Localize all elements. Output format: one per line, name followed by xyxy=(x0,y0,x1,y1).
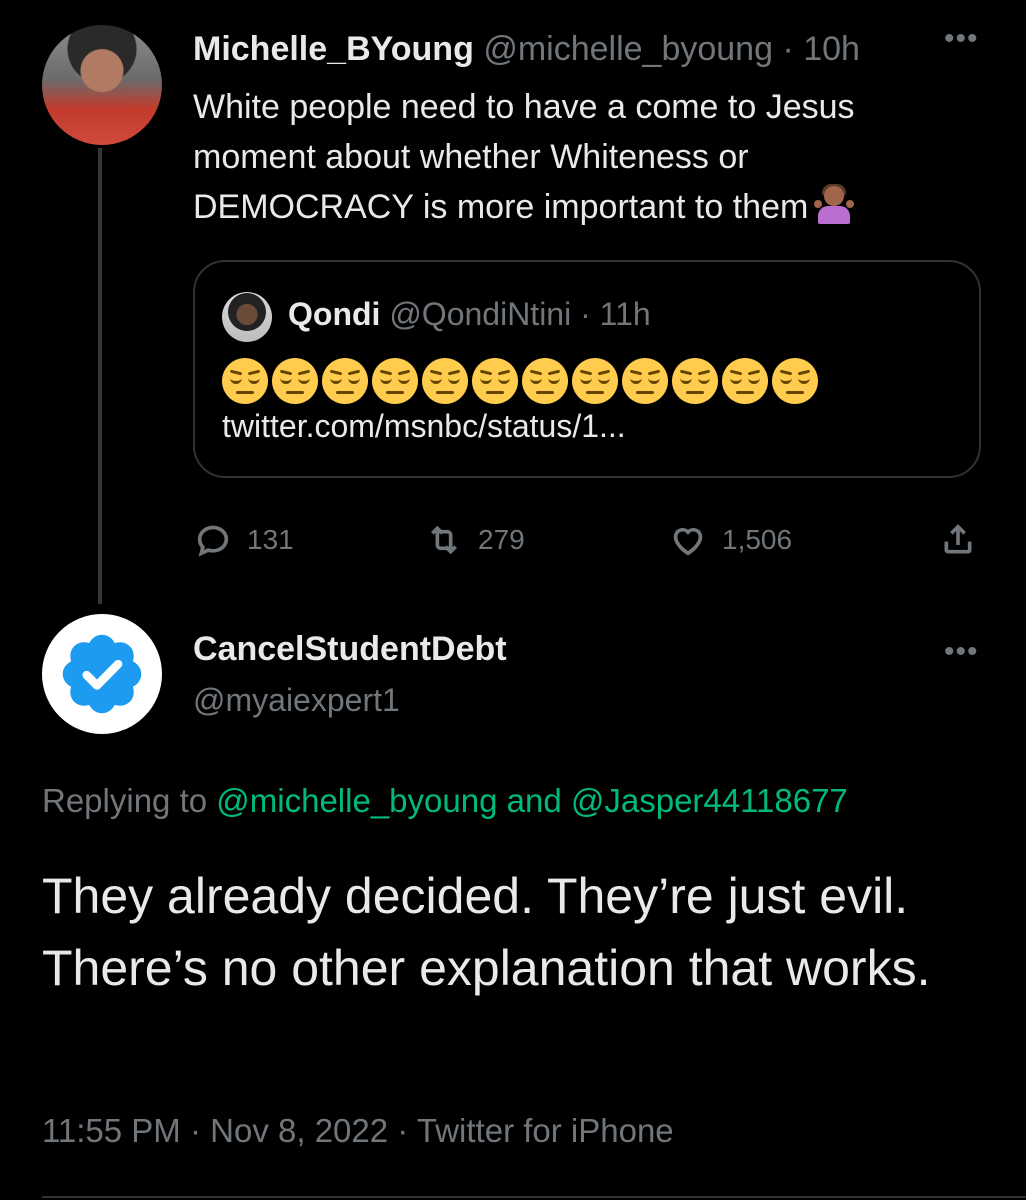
like-count: 1,506 xyxy=(722,524,793,555)
parent-separator: · xyxy=(782,30,794,68)
reply-date[interactable]: Nov 8, 2022 xyxy=(210,1112,388,1149)
unamused-face-emoji-icon xyxy=(272,358,318,404)
unamused-face-emoji-icon xyxy=(772,358,818,404)
unamused-face-emoji-icon xyxy=(572,358,618,404)
unamused-face-emoji-icon xyxy=(722,358,768,404)
meta-separator: · xyxy=(397,1112,409,1149)
divider xyxy=(42,1196,1026,1198)
share-button[interactable] xyxy=(938,520,978,560)
replying-to-line: Replying to @michelle_byoung and @Jasper… xyxy=(42,782,848,820)
unamused-face-emoji-icon xyxy=(322,358,368,404)
reply-avatar[interactable] xyxy=(42,614,162,734)
parent-tweet-header: Michelle_BYoung @michelle_byoung · 10h xyxy=(193,30,860,69)
reply-tweet-text: They already decided. They’re just evil.… xyxy=(42,868,931,996)
retweet-icon xyxy=(431,525,457,555)
retweet-count: 279 xyxy=(478,524,525,555)
heart-icon xyxy=(673,527,703,556)
reply-client: Twitter for iPhone xyxy=(416,1112,674,1149)
quote-display-name: Qondi xyxy=(288,296,381,332)
mention-link[interactable]: @Jasper44118677 xyxy=(571,782,848,819)
verified-badge-icon xyxy=(62,634,142,714)
reply-handle[interactable]: @myaiexpert1 xyxy=(193,682,400,719)
unamused-face-emoji-icon xyxy=(372,358,418,404)
unamused-face-emoji-icon xyxy=(672,358,718,404)
reply-display-name[interactable]: CancelStudentDebt xyxy=(193,630,507,669)
unamused-face-emoji-icon xyxy=(622,358,668,404)
thread-connector-line xyxy=(98,148,102,604)
quote-handle: @QondiNtini xyxy=(389,296,572,332)
parent-more-icon[interactable]: ••• xyxy=(944,22,979,56)
reply-button[interactable]: 131 xyxy=(193,520,294,560)
reply-icon xyxy=(197,525,229,557)
unamused-face-emoji-icon xyxy=(222,358,268,404)
quote-tweet-header: Qondi @QondiNtini · 11h xyxy=(288,296,651,333)
retweet-button[interactable]: 279 xyxy=(424,520,525,560)
unamused-face-emoji-icon xyxy=(472,358,518,404)
quote-separator: · xyxy=(580,296,591,332)
like-button[interactable]: 1,506 xyxy=(668,520,792,560)
mention-link[interactable]: @michelle_byoung xyxy=(216,782,497,819)
parent-handle[interactable]: @michelle_byoung xyxy=(483,30,773,68)
parent-tweet-text: White people need to have a come to Jesu… xyxy=(193,82,933,232)
quote-link[interactable]: twitter.com/msnbc/status/1... xyxy=(222,408,626,445)
quote-avatar xyxy=(222,292,272,342)
parent-avatar[interactable] xyxy=(42,25,162,145)
person-shrugging-emoji-icon xyxy=(814,184,855,224)
replying-and: and xyxy=(506,782,562,819)
parent-display-name[interactable]: Michelle_BYoung xyxy=(193,30,474,68)
parent-tweet-body: White people need to have a come to Jesu… xyxy=(193,88,855,226)
unamused-face-emoji-icon xyxy=(522,358,568,404)
share-icon xyxy=(944,524,972,554)
reply-count: 131 xyxy=(247,524,294,555)
reply-meta: 11:55 PM · Nov 8, 2022 · Twitter for iPh… xyxy=(42,1112,674,1150)
quote-time: 11h xyxy=(599,296,651,332)
reply-time[interactable]: 11:55 PM xyxy=(42,1112,181,1149)
parent-time[interactable]: 10h xyxy=(803,30,860,68)
reply-more-icon[interactable]: ••• xyxy=(944,635,979,669)
quote-emoji-row xyxy=(222,358,818,404)
replying-to-label: Replying to xyxy=(42,782,208,819)
unamused-face-emoji-icon xyxy=(422,358,468,404)
meta-separator: · xyxy=(189,1112,201,1149)
